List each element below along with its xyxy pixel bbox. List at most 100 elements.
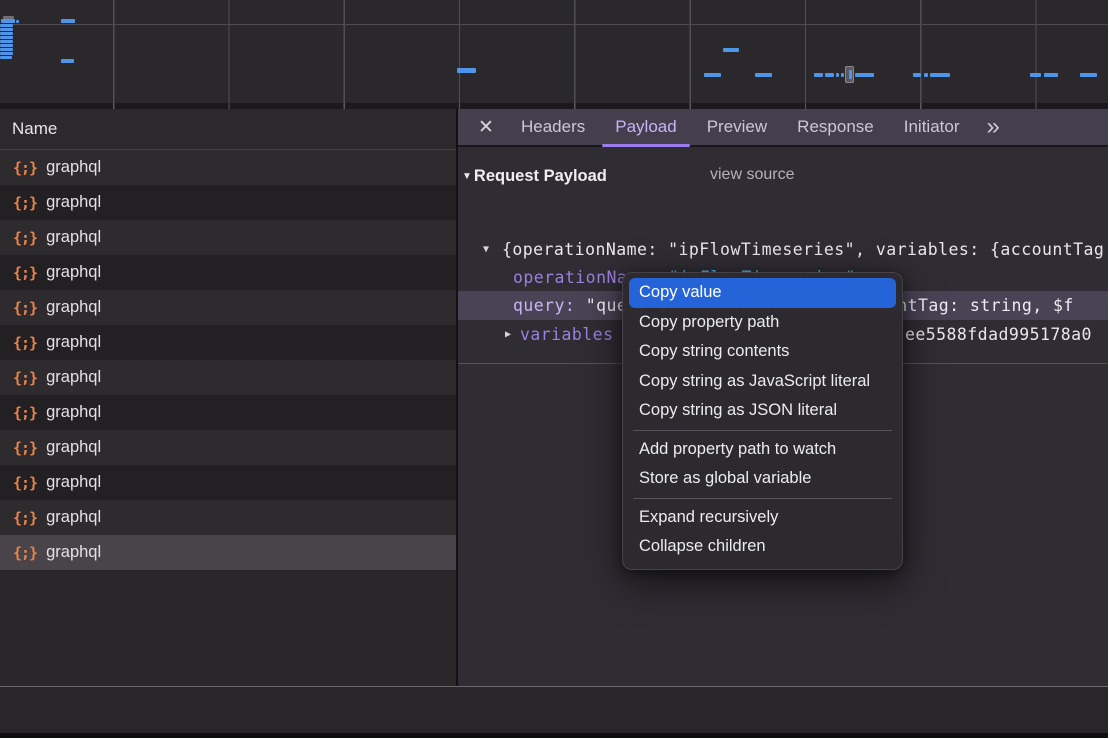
menu-item-expand-recursively[interactable]: Expand recursively bbox=[629, 503, 896, 533]
json-braces-icon: {;} bbox=[13, 439, 37, 457]
request-name: graphql bbox=[46, 333, 101, 352]
request-name: graphql bbox=[46, 543, 101, 562]
timeline-bar bbox=[0, 32, 13, 35]
section-title: Request Payload bbox=[474, 167, 607, 186]
request-list-pane: Name {;}graphql{;}graphql{;}graphql{;}gr… bbox=[0, 109, 456, 686]
timeline-bar bbox=[913, 73, 921, 77]
variables-preview-tail: ee5588fdad995178a0 bbox=[905, 325, 1092, 344]
timeline-bar bbox=[0, 36, 13, 39]
menu-item-add-property-path-to-watch[interactable]: Add property path to watch bbox=[629, 435, 896, 465]
timeline-bar bbox=[0, 28, 13, 31]
timeline-bar bbox=[1080, 73, 1097, 77]
json-braces-icon: {;} bbox=[13, 159, 37, 177]
payload-root-row[interactable]: ▼ {operationName: "ipFlowTimeseries", va… bbox=[458, 235, 1108, 263]
devtools-network-panel: Name {;}graphql{;}graphql{;}graphql{;}gr… bbox=[0, 0, 1108, 738]
menu-item-collapse-children[interactable]: Collapse children bbox=[629, 532, 896, 562]
menu-item-copy-value[interactable]: Copy value bbox=[629, 278, 896, 308]
menu-separator bbox=[633, 498, 892, 499]
tab-payload[interactable]: Payload bbox=[602, 109, 689, 145]
timeline-bar bbox=[755, 73, 772, 77]
request-row[interactable]: {;}graphql bbox=[0, 465, 456, 500]
request-row[interactable]: {;} graphql bbox=[0, 220, 456, 255]
bottom-bar bbox=[0, 733, 1108, 738]
request-row[interactable]: {;} graphql bbox=[0, 500, 456, 535]
more-tabs-chevron-icon[interactable]: » bbox=[986, 115, 999, 139]
timeline-bar bbox=[0, 40, 13, 43]
context-menu: Copy valueCopy property pathCopy string … bbox=[622, 272, 903, 570]
timeline-bar bbox=[61, 59, 74, 63]
expander-down-icon[interactable]: ▼ bbox=[483, 244, 489, 255]
request-name: graphql bbox=[46, 368, 101, 387]
property-key: query: bbox=[513, 296, 575, 315]
request-rows: {;} graphql {;} graphql {;} graphql {;} graphql… bbox=[0, 150, 456, 570]
timeline-bar bbox=[0, 44, 13, 47]
menu-item-copy-string-as-javascript-literal[interactable]: Copy string as JavaScript literal bbox=[629, 367, 896, 397]
overview-marker-tick bbox=[849, 70, 852, 79]
timeline-bar bbox=[841, 73, 844, 77]
request-row[interactable]: {;} graphql bbox=[0, 290, 456, 325]
json-braces-icon: {;} bbox=[13, 509, 37, 527]
request-row[interactable]: {;}graphql bbox=[0, 360, 456, 395]
timeline-bar bbox=[1, 19, 15, 23]
timeline-bar bbox=[924, 73, 928, 77]
json-braces-icon: {;} bbox=[13, 334, 37, 352]
timeline-bar bbox=[836, 73, 839, 77]
close-icon[interactable]: ✕ bbox=[470, 111, 502, 143]
tab-headers[interactable]: Headers bbox=[508, 109, 598, 145]
request-row[interactable]: {;}graphql bbox=[0, 430, 456, 465]
timeline-bar bbox=[723, 48, 739, 52]
overview-horizontal-gridline bbox=[0, 24, 1108, 25]
property-key: variables bbox=[520, 325, 613, 344]
timeline-bar bbox=[0, 56, 12, 59]
request-name: graphql bbox=[46, 228, 101, 247]
request-row[interactable]: {;} graphql bbox=[0, 535, 456, 570]
timeline-bar bbox=[825, 73, 834, 77]
timeline-bar bbox=[1030, 73, 1041, 77]
column-header-name[interactable]: Name bbox=[0, 109, 456, 150]
json-braces-icon: {;} bbox=[13, 544, 37, 562]
menu-item-copy-string-as-json-literal[interactable]: Copy string as JSON literal bbox=[629, 396, 896, 426]
detail-tabs: HeadersPayloadPreviewResponseInitiator bbox=[508, 109, 976, 145]
menu-item-copy-string-contents[interactable]: Copy string contents bbox=[629, 337, 896, 367]
timeline-bar bbox=[930, 73, 950, 77]
timeline-bar bbox=[855, 73, 874, 77]
json-braces-icon: {;} bbox=[13, 264, 37, 282]
timeline-bar bbox=[704, 73, 721, 77]
detail-tab-bar: ✕ HeadersPayloadPreviewResponseInitiator… bbox=[458, 109, 1108, 147]
request-row[interactable]: {;} graphql bbox=[0, 150, 456, 185]
request-name: graphql bbox=[46, 263, 101, 282]
view-source-link[interactable]: view source bbox=[710, 166, 794, 184]
timeline-bar bbox=[0, 48, 13, 51]
json-braces-icon: {;} bbox=[13, 229, 37, 247]
request-row[interactable]: {;} graphql bbox=[0, 325, 456, 360]
tab-response[interactable]: Response bbox=[784, 109, 887, 145]
timeline-bar bbox=[16, 20, 19, 23]
network-overview-timeline[interactable] bbox=[0, 0, 1108, 103]
json-braces-icon: {;} bbox=[13, 404, 37, 422]
request-row[interactable]: {;} graphql bbox=[0, 395, 456, 430]
summary-footer bbox=[0, 687, 1108, 733]
menu-separator bbox=[633, 430, 892, 431]
menu-item-copy-property-path[interactable]: Copy property path bbox=[629, 308, 896, 338]
request-name: graphql bbox=[46, 403, 101, 422]
request-row[interactable]: {;} graphql bbox=[0, 255, 456, 290]
menu-item-store-as-global-variable[interactable]: Store as global variable bbox=[629, 464, 896, 494]
tab-initiator[interactable]: Initiator bbox=[891, 109, 973, 145]
request-name: graphql bbox=[46, 508, 101, 527]
timeline-bar bbox=[0, 52, 13, 55]
request-name: graphql bbox=[46, 193, 101, 212]
json-braces-icon: {;} bbox=[13, 474, 37, 492]
request-name: graphql bbox=[46, 298, 101, 317]
timeline-bar bbox=[457, 68, 476, 73]
request-row[interactable]: {;} graphql bbox=[0, 185, 456, 220]
request-payload-section-header[interactable]: ▼ Request Payload bbox=[462, 164, 607, 188]
json-braces-icon: {;} bbox=[13, 194, 37, 212]
timeline-bar bbox=[1044, 73, 1058, 77]
collapse-triangle-icon: ▼ bbox=[462, 171, 472, 182]
expander-right-icon[interactable]: ▶ bbox=[505, 329, 511, 340]
timeline-bar bbox=[61, 19, 75, 23]
json-braces-icon: {;} bbox=[13, 299, 37, 317]
root-object-preview: {operationName: "ipFlowTimeseries", vari… bbox=[502, 240, 1104, 259]
tab-preview[interactable]: Preview bbox=[694, 109, 780, 145]
request-name: graphql bbox=[46, 158, 101, 177]
